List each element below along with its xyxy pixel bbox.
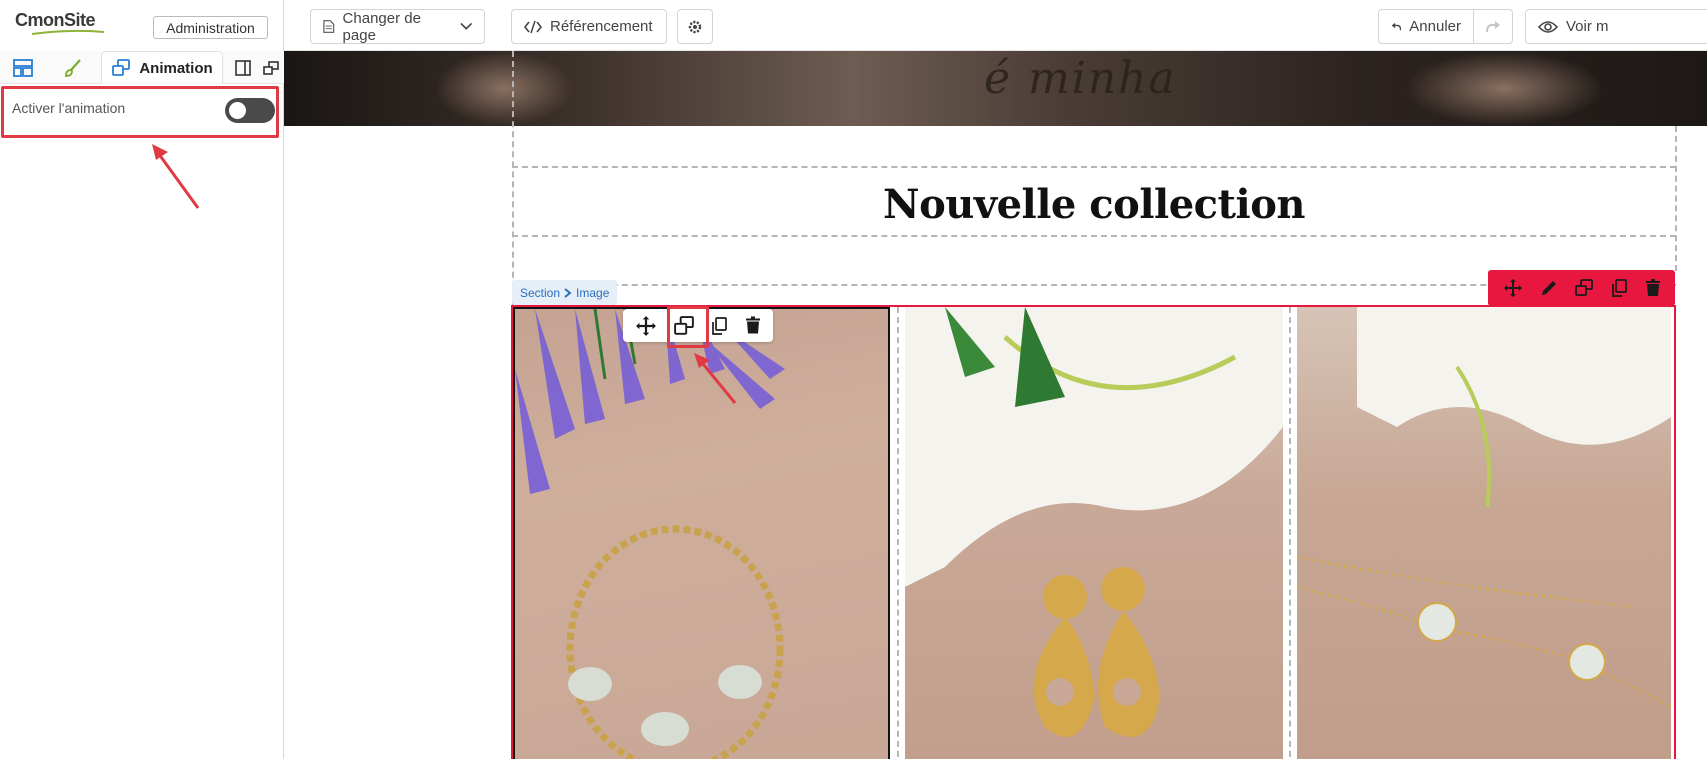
hero-image[interactable]: é minha	[284, 51, 1707, 126]
preview-label: Voir m	[1566, 18, 1609, 35]
move-icon[interactable]	[635, 315, 657, 337]
sidebar-tabs: Animation	[0, 51, 284, 84]
administration-button[interactable]: Administration	[153, 16, 268, 39]
settings-button[interactable]	[677, 9, 713, 44]
duplicate-icon[interactable]	[710, 316, 728, 336]
breadcrumb: Section Image	[512, 280, 618, 305]
section-toolbar	[1488, 270, 1675, 306]
edit-pencil-icon[interactable]	[1540, 279, 1558, 297]
animation-icon	[112, 59, 131, 76]
change-page-label: Changer de page	[342, 9, 421, 44]
hero-shade	[434, 51, 574, 126]
annotation-arrow-icon	[152, 144, 200, 209]
tab-panel[interactable]	[231, 51, 255, 84]
section-title[interactable]: Nouvelle collection	[512, 181, 1676, 228]
selected-section-frame	[511, 305, 1676, 759]
duplicate-icon[interactable]	[1610, 279, 1628, 297]
logo-swoosh-icon	[31, 29, 105, 35]
brush-icon	[65, 58, 81, 77]
trash-icon[interactable]	[1645, 279, 1661, 297]
section-guide	[512, 235, 1676, 237]
eye-icon	[1538, 20, 1558, 33]
redo-icon	[1485, 21, 1500, 33]
seo-button[interactable]: Référencement	[511, 9, 667, 44]
hero-tattoo-text: é minha	[984, 53, 1177, 104]
tab-animation[interactable]: Animation	[101, 51, 223, 84]
animation-icon[interactable]	[1574, 279, 1593, 297]
layout-icon	[13, 58, 33, 77]
seo-label: Référencement	[550, 18, 653, 35]
editor-sidebar: CmonSite Administration Animation Active…	[0, 0, 284, 759]
hero-shade	[1404, 51, 1604, 126]
tab-layout[interactable]	[8, 51, 38, 84]
gear-icon	[688, 20, 702, 33]
trash-icon[interactable]	[745, 316, 761, 335]
toggle-knob	[229, 102, 246, 119]
move-icon[interactable]	[1503, 278, 1523, 298]
redo-button[interactable]	[1473, 9, 1513, 44]
undo-icon	[1391, 22, 1402, 31]
animation-setting-highlight: Activer l'animation	[1, 86, 279, 138]
animation-toggle[interactable]	[225, 98, 275, 123]
chevron-down-icon	[459, 22, 472, 30]
animation-button-highlight	[667, 306, 709, 348]
section-guide	[512, 166, 1676, 168]
tab-detach[interactable]	[259, 51, 283, 84]
editor-toolbar: Changer de page Référencement Annuler Vo…	[284, 0, 1707, 51]
animation-toggle-label: Activer l'animation	[12, 100, 126, 116]
change-page-button[interactable]: Changer de page	[310, 9, 485, 44]
tab-animation-label: Animation	[139, 59, 213, 77]
chevron-right-icon	[564, 287, 572, 298]
document-icon	[323, 20, 335, 33]
preview-button[interactable]: Voir m	[1525, 9, 1707, 44]
breadcrumb-image[interactable]: Image	[576, 286, 609, 300]
tab-style[interactable]	[58, 51, 88, 84]
detach-icon	[263, 60, 279, 75]
page-canvas: é minha Nouvelle collection Section Imag…	[284, 51, 1707, 759]
panel-icon	[235, 59, 251, 76]
breadcrumb-section[interactable]: Section	[520, 286, 560, 300]
undo-label: Annuler	[1409, 18, 1461, 35]
code-icon	[524, 20, 542, 33]
undo-button[interactable]: Annuler	[1378, 9, 1474, 44]
